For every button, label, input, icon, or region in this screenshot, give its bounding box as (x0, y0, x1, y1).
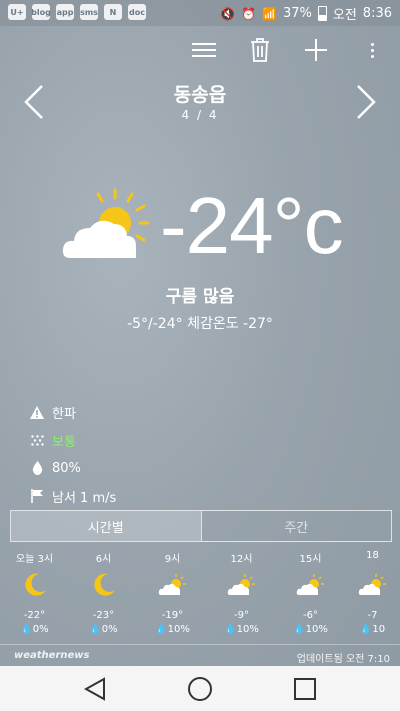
home-button[interactable] (185, 675, 215, 703)
alarm-icon: ⏰ (241, 6, 257, 21)
forecast-footer: weathernews 업데이트됨 오전 7:10 (0, 644, 400, 667)
hour-rain: 💧10 (359, 624, 386, 635)
warning-icon (30, 405, 44, 419)
signal-icon: 📶 (262, 6, 277, 21)
recent-apps-button[interactable] (290, 675, 320, 703)
hour-time: 12시 (230, 554, 253, 565)
weather-details: 한파 보통 80% 남서 1 m/s (30, 398, 116, 510)
warning-label: 한파 (52, 406, 76, 422)
location-page-indicator: 4 / 4 (181, 108, 219, 122)
current-temperature: -24°c (160, 181, 344, 270)
rain-drop-icon: 💧 (293, 624, 306, 635)
system-nav-bar (0, 666, 400, 711)
weather-condition: 구름 많음 (165, 287, 235, 307)
hour-time: 9시 (164, 554, 181, 565)
hour-time: 15시 (299, 554, 322, 565)
hour-rain: 💧10% (224, 624, 259, 635)
hour-rain: 💧10% (293, 624, 328, 635)
battery-icon (317, 6, 327, 21)
dust-icon (30, 433, 44, 447)
hour-time: 오늘 3시 (15, 554, 54, 565)
warning-row: 한파 (30, 398, 116, 426)
battery-percent: 37% (282, 6, 312, 21)
wind-flag-icon (30, 489, 44, 503)
next-location-button[interactable] (346, 80, 386, 124)
humidity-row: 80% (30, 454, 116, 482)
app-notification-icon: app (56, 4, 74, 20)
tab-hourly[interactable]: 시간별 (11, 511, 201, 541)
rain-drop-icon: 💧 (359, 624, 373, 635)
hour-rain: 💧10% (155, 624, 190, 635)
prev-location-button[interactable] (14, 80, 54, 124)
partly-cloudy-icon (227, 570, 257, 600)
hour-temp: -7 (367, 610, 378, 621)
hour-temp: -19° (161, 610, 184, 621)
hour-temp: -6° (303, 610, 318, 621)
hourly-item: 18 -7 💧10 (345, 550, 400, 640)
menu-icon[interactable] (190, 36, 218, 64)
air-quality-label: 보통 (52, 434, 76, 450)
rain-drop-icon: 💧 (89, 624, 102, 635)
hour-temp: -23° (92, 610, 115, 621)
sms-icon: sms (80, 4, 98, 20)
uplus-icon: U+ (8, 4, 26, 20)
hourly-item: 9시 -19° 💧10% (138, 550, 207, 640)
back-button[interactable] (80, 675, 110, 703)
add-icon[interactable] (302, 36, 330, 64)
partly-cloudy-icon (296, 570, 326, 600)
hourly-item: 오늘 3시 -22° 💧0% (0, 550, 69, 640)
rain-drop-icon: 💧 (224, 624, 237, 635)
more-icon[interactable] (358, 36, 386, 64)
hour-rain: 💧0% (20, 624, 49, 635)
hour-temp: -9° (234, 610, 249, 621)
temperature-range: -5°/-24° 체감온도 -27° (127, 316, 273, 332)
notification-icons: U+ blog app sms N doc (8, 4, 146, 20)
n-icon: N (104, 4, 122, 20)
partly-cloudy-icon (60, 186, 170, 266)
air-quality-row: 보통 (30, 426, 116, 454)
rain-drop-icon: 💧 (20, 624, 33, 635)
moon-icon (91, 570, 117, 600)
wind-value: 남서 1 m/s (52, 490, 117, 506)
status-bar: U+ blog app sms N doc 🔇 ⏰ 📶 37% 오전 8:36 (0, 0, 400, 26)
humidity-drop-icon (30, 461, 44, 475)
hourly-item: 12시 -9° 💧10% (207, 550, 276, 640)
toolbar (190, 36, 386, 64)
status-time: 8:36 (362, 6, 392, 21)
hourly-item: 15시 -6° 💧10% (276, 550, 345, 640)
blog-icon: blog (31, 4, 51, 20)
document-icon: doc (128, 4, 146, 20)
wind-row: 남서 1 m/s (30, 482, 116, 510)
tab-weekly[interactable]: 주간 (200, 511, 392, 541)
hour-time: 18 (366, 550, 379, 561)
humidity-value: 80% (52, 460, 81, 476)
hour-temp: -22° (23, 610, 46, 621)
mute-icon: 🔇 (220, 6, 236, 21)
trash-icon[interactable] (246, 36, 274, 64)
location-header: 동송읍 4 / 4 (0, 80, 400, 122)
location-name: 동송읍 (173, 84, 227, 106)
status-ampm: 오전 (332, 8, 357, 23)
moon-icon (22, 570, 48, 600)
partly-cloudy-icon (158, 570, 188, 600)
hourly-item: 6시 -23° 💧0% (69, 550, 138, 640)
forecast-tabs: 시간별 주간 (10, 510, 392, 542)
hour-time: 6시 (95, 554, 112, 565)
rain-drop-icon: 💧 (155, 624, 168, 635)
hour-rain: 💧0% (89, 624, 118, 635)
last-updated: 업데이트됨 오전 7:10 (296, 654, 390, 665)
partly-cloudy-icon (358, 570, 388, 600)
hourly-forecast[interactable]: 오늘 3시 -22° 💧0% 6시 -23° 💧0% 9시 -19° 💧10% … (0, 550, 400, 640)
weathernews-logo[interactable]: weathernews (14, 650, 89, 661)
